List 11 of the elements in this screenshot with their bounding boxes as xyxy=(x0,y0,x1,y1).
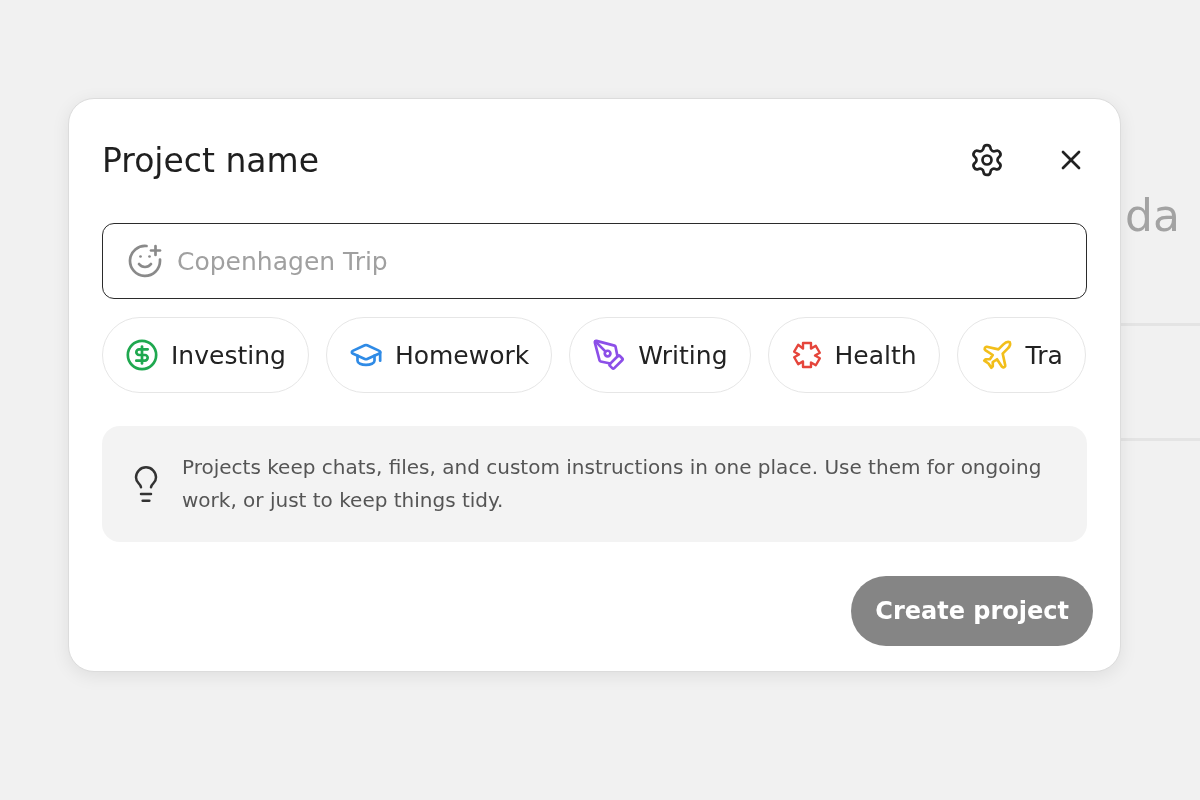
category-chip[interactable]: Investing xyxy=(102,317,309,393)
project-name-field[interactable]: Copenhagen Trip xyxy=(102,223,1087,299)
dialog-title: Project name xyxy=(102,140,319,180)
page-heading: da xyxy=(1125,190,1180,241)
emoji-icon[interactable] xyxy=(127,243,163,279)
category-chip[interactable]: Writing xyxy=(569,317,751,393)
category-chip[interactable]: Health xyxy=(767,317,940,393)
category-chip[interactable]: Homework xyxy=(325,317,553,393)
settings-icon[interactable] xyxy=(969,142,1005,178)
tip-text: Projects keep chats, files, and custom instructions in one place. Use them for ongoing work, or just to keep things tidy. xyxy=(182,454,1043,514)
category-chip[interactable]: Tra xyxy=(956,317,1086,393)
